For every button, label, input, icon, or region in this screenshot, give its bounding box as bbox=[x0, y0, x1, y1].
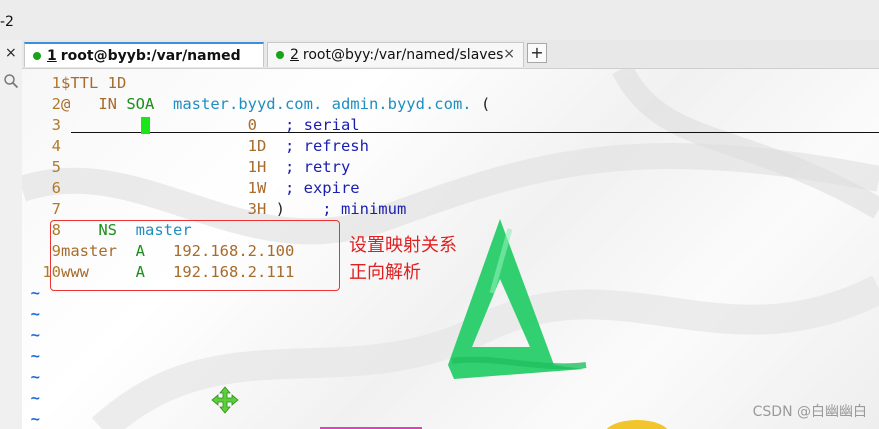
tab-number: 2 bbox=[290, 47, 299, 63]
editor-line: 6 1W ; expire bbox=[22, 178, 360, 199]
tab-label: root@byyb:/var/named bbox=[60, 47, 241, 64]
code-token: SOA bbox=[117, 95, 155, 113]
editor-line: 1$TTL 1D bbox=[22, 73, 127, 94]
cursor-line-underline bbox=[71, 132, 879, 133]
code-token: ( bbox=[471, 95, 491, 113]
tab-close-icon[interactable]: × bbox=[503, 46, 515, 62]
line-number: 4 bbox=[51, 137, 61, 155]
empty-line-marker: ~ bbox=[22, 409, 40, 429]
editor-line: 4 1D ; refresh bbox=[22, 136, 369, 157]
window-title: -2 bbox=[0, 14, 14, 30]
tilde-marker: ~ bbox=[30, 284, 40, 302]
line-number: 5 bbox=[51, 158, 61, 176]
left-sidebar-strip: × bbox=[0, 40, 23, 429]
code-token: ; refresh bbox=[266, 137, 369, 155]
editor-line: 2@ IN SOA master.byyd.com. admin.byyd.co… bbox=[22, 94, 491, 115]
code-token: ) bbox=[266, 200, 285, 218]
code-token: $TTL 1D bbox=[61, 74, 127, 92]
tilde-marker: ~ bbox=[30, 305, 40, 323]
empty-line-marker: ~ bbox=[22, 304, 40, 325]
empty-line-marker: ~ bbox=[22, 388, 40, 409]
annotation-label-mapping: 设置映射关系 bbox=[349, 235, 457, 256]
terminal-editor[interactable]: 1$TTL 1D 2@ IN SOA master.byyd.com. admin… bbox=[22, 69, 879, 429]
move-cursor-icon bbox=[211, 386, 239, 414]
close-icon[interactable]: × bbox=[5, 45, 17, 61]
text-cursor bbox=[141, 117, 150, 134]
code-token: ; retry bbox=[266, 158, 351, 176]
status-dot-icon bbox=[33, 51, 41, 60]
tilde-marker: ~ bbox=[30, 389, 40, 407]
line-number: 7 bbox=[51, 200, 61, 218]
tilde-marker: ~ bbox=[30, 368, 40, 386]
tab-session-2[interactable]: 2 root@byy:/var/named/slaves × bbox=[267, 42, 524, 67]
empty-line-marker: ~ bbox=[22, 346, 40, 367]
tilde-marker: ~ bbox=[30, 326, 40, 344]
editor-line: 7 3H ) ; minimum bbox=[22, 199, 407, 220]
line-number: 2 bbox=[51, 95, 61, 113]
search-icon[interactable] bbox=[3, 73, 19, 89]
title-bar: -2 bbox=[0, 0, 879, 40]
tilde-marker: ~ bbox=[30, 410, 40, 428]
code-token: 3H bbox=[61, 200, 267, 218]
line-number: 1 bbox=[51, 74, 61, 92]
code-token: 1D bbox=[61, 137, 267, 155]
tilde-marker: ~ bbox=[30, 347, 40, 365]
tab-session-1[interactable]: 1 root@byyb:/var/named bbox=[24, 42, 264, 67]
editor-line: 5 1H ; retry bbox=[22, 157, 351, 178]
status-dot-icon bbox=[276, 51, 284, 59]
new-tab-button[interactable]: + bbox=[527, 43, 547, 63]
empty-line-marker: ~ bbox=[22, 367, 40, 388]
line-number: 3 bbox=[51, 116, 61, 134]
tab-number: 1 bbox=[47, 47, 57, 64]
annotation-label-forward-resolution: 正向解析 bbox=[349, 262, 421, 283]
tab-label: root@byy:/var/named/slaves bbox=[302, 47, 504, 63]
empty-line-marker: ~ bbox=[22, 325, 40, 346]
code-token: 1W bbox=[61, 179, 267, 197]
code-token: master.byyd.com. admin.byyd.com. bbox=[154, 95, 472, 113]
code-token: 1H bbox=[61, 158, 267, 176]
tab-bar: 1 root@byyb:/var/named 2 root@byy:/var/n… bbox=[22, 40, 879, 69]
code-token: @ bbox=[61, 95, 99, 113]
watermark: CSDN @白幽幽白 bbox=[752, 404, 867, 420]
code-token: ; expire bbox=[266, 179, 360, 197]
code-token: ; minimum bbox=[284, 200, 407, 218]
code-token: IN bbox=[98, 95, 117, 113]
annotation-highlight-box bbox=[50, 220, 340, 291]
empty-line-marker: ~ bbox=[22, 283, 40, 304]
line-number: 6 bbox=[51, 179, 61, 197]
